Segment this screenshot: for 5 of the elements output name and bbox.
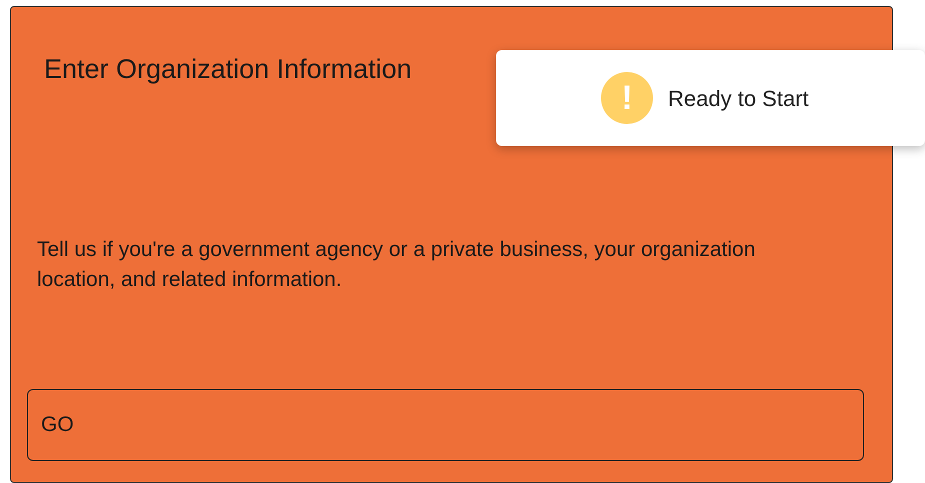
toast-message: Ready to Start <box>668 84 809 113</box>
card-title: Enter Organization Information <box>44 53 412 86</box>
warning-icon: ! <box>601 72 653 124</box>
card-description: Tell us if you're a government agency or a private business, your organization location, and related information. <box>37 237 756 293</box>
go-button[interactable]: GO <box>27 389 864 461</box>
